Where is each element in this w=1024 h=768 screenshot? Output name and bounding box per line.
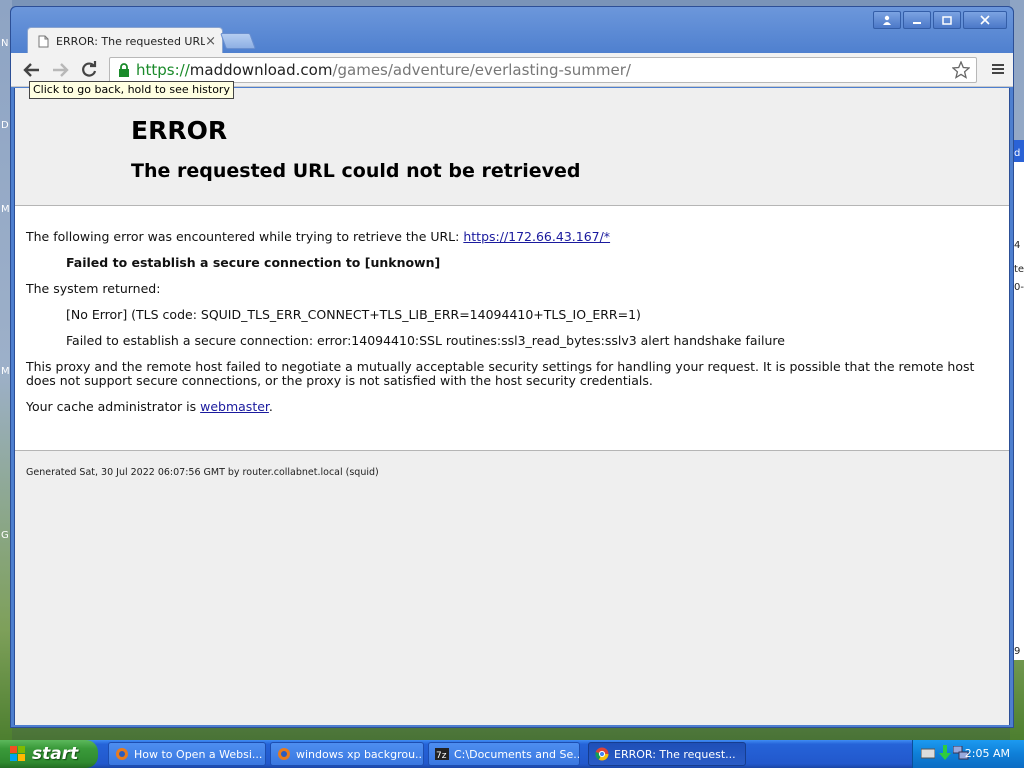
download-icon[interactable] [939,745,951,761]
system-tray: 2:05 AM [912,740,1024,768]
window-controls [873,11,1007,29]
7zip-icon: 7z [435,748,449,761]
page-icon [38,35,49,47]
admin-text: Your cache administrator is [26,399,201,414]
user-icon [883,15,891,25]
address-url: https://maddownload.com/games/adventure/… [136,61,631,79]
start-label: start [32,744,79,764]
browser-window: ERROR: The requested URL × https://maddo… [10,6,1014,728]
taskbar-button[interactable]: windows xp backgrou... [270,742,424,766]
desktop-icon-label: M [1,204,10,215]
keyboard-icon[interactable] [921,747,935,759]
maximize-button[interactable] [933,11,961,29]
url-scheme: https:// [136,61,190,79]
tab-close-button[interactable]: × [205,34,216,49]
back-button[interactable] [21,60,43,80]
taskbar-button[interactable]: 7z C:\Documents and Se... [428,742,580,766]
forward-button[interactable] [49,60,71,80]
requested-url-link[interactable]: https://172.66.43.167/* [463,229,610,244]
restore-icon [942,16,952,25]
back-button-tooltip: Click to go back, hold to see history [29,81,234,99]
minimize-button[interactable] [903,11,931,29]
failure-message: Failed to establish a secure connection … [66,255,441,270]
page-title: ERROR [131,116,228,145]
star-icon [951,60,971,79]
page-subtitle: The requested URL could not be retrieved [131,160,581,182]
tab-strip: ERROR: The requested URL × [11,7,1013,54]
taskbar-button-label: C:\Documents and Se... [454,747,580,761]
tab-active[interactable]: ERROR: The requested URL × [27,27,223,54]
lock-icon [119,63,129,77]
background-window-text: d [1014,148,1021,159]
taskbar-button-label: ERROR: The request... [614,747,736,761]
desktop-icon-label: N [1,38,9,49]
background-window-text: te [1014,264,1024,275]
background-window-text: 0- [1014,282,1024,293]
background-window-text: 9 [1014,646,1021,657]
webmaster-link[interactable]: webmaster [200,399,269,414]
explanation-line: does not support secure connections, or … [26,373,653,388]
chrome-icon [595,747,609,761]
page-content: ERROR The requested URL could not be ret… [14,88,1010,725]
ssl-error-detail: Failed to establish a secure connection:… [66,333,785,348]
taskbar-button-label: How to Open a Websi... [134,747,263,761]
desktop-icon-label: G [1,530,9,541]
hamburger-menu-icon [992,64,1004,74]
profile-button[interactable] [873,11,901,29]
back-arrow-icon [23,63,39,77]
windows-logo-icon [10,746,25,761]
svg-text:7z: 7z [436,751,447,761]
minimize-icon [913,22,921,24]
taskbar: start How to Open a Websi... windows xp … [0,740,1024,768]
taskbar-button-label: windows xp backgrou... [296,747,424,761]
generated-footer: Generated Sat, 30 Jul 2022 06:07:56 GMT … [26,467,379,478]
new-tab-button[interactable] [220,33,256,49]
close-window-button[interactable] [963,11,1007,29]
chrome-menu-button[interactable] [991,61,1005,80]
intro-line: The following error was encountered whil… [26,229,610,244]
forward-arrow-icon [53,63,69,77]
admin-end: . [268,399,273,414]
desktop-icon-label: M [1,366,10,377]
admin-line: Your cache administrator is webmaster. [26,399,273,414]
error-details: The following error was encountered whil… [15,206,1009,451]
clock: 2:05 AM [964,747,1010,760]
bookmark-button[interactable] [951,60,971,83]
start-button[interactable]: start [0,740,98,768]
tab-title: ERROR: The requested URL [56,34,206,48]
background-window-text: 4 [1014,240,1021,251]
firefox-icon [278,748,290,760]
url-host: maddownload.com [189,61,333,79]
taskbar-button-active[interactable]: ERROR: The request... [588,742,746,766]
firefox-icon [116,748,128,760]
explanation-line: This proxy and the remote host failed to… [26,359,975,374]
system-returned-label: The system returned: [26,281,161,296]
tls-error-code: [No Error] (TLS code: SQUID_TLS_ERR_CONN… [66,307,641,322]
error-header: ERROR The requested URL could not be ret… [15,88,1009,206]
reload-icon [82,61,97,77]
reload-button[interactable] [78,60,100,80]
intro-text: The following error was encountered whil… [26,229,464,244]
address-bar[interactable]: https://maddownload.com/games/adventure/… [109,57,977,83]
taskbar-button[interactable]: How to Open a Websi... [108,742,266,766]
url-path: /games/adventure/everlasting-summer/ [332,61,631,79]
desktop-icon-label: D [1,120,9,131]
close-icon [980,15,990,25]
